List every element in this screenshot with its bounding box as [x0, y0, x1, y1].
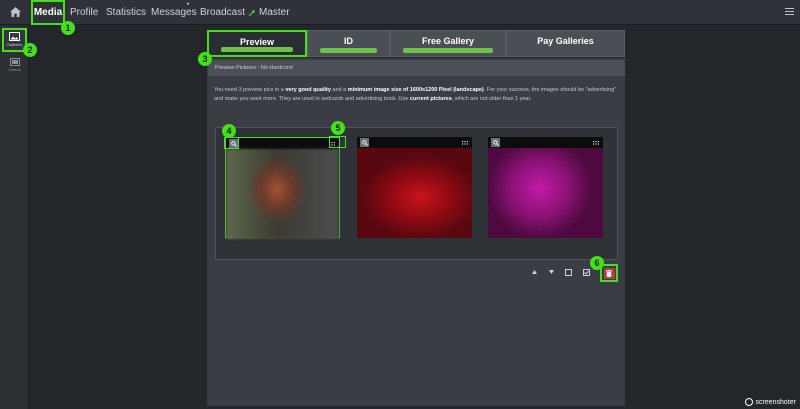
nav-messages[interactable]: Messages	[151, 0, 197, 25]
grid-icon	[592, 140, 599, 145]
gallery-icon	[9, 32, 20, 41]
tab-id[interactable]: ID	[307, 30, 390, 57]
grid-icon	[461, 140, 468, 145]
preview-picture-1[interactable]	[225, 137, 340, 239]
blurred-image	[357, 148, 472, 238]
drag-handle[interactable]	[460, 138, 469, 147]
picture-toolbar	[226, 138, 339, 149]
tab-pay-galleries[interactable]: Pay Galleries	[506, 30, 625, 57]
progress-bar	[320, 48, 377, 53]
annotation-badge-3: 3	[198, 52, 212, 66]
progress-bar	[403, 48, 493, 53]
move-up-button[interactable]	[528, 266, 540, 278]
move-down-button[interactable]	[545, 266, 557, 278]
tab-label: ID	[344, 36, 353, 46]
nav-master-label: Master	[259, 7, 290, 18]
drag-handle[interactable]	[591, 138, 600, 147]
annotation-badge-2: 2	[23, 43, 37, 57]
nav-statistics[interactable]: Statistics	[106, 0, 146, 25]
highlight-drag	[329, 136, 346, 148]
film-icon	[9, 58, 20, 66]
panel-header: Preview Pictures - No Hardcore!	[208, 60, 625, 76]
annotation-badge-1: 1	[61, 21, 75, 35]
picture-toolbar	[357, 137, 472, 148]
sidebar-item-videos[interactable]: Videos	[2, 56, 27, 76]
screenshoter-icon	[744, 398, 753, 406]
zoom-button[interactable]	[360, 138, 369, 147]
intro-text: You need 3 preview pics in a very good q…	[214, 87, 617, 102]
annotation-badge-6: 6	[590, 256, 604, 270]
checkbox-checked-icon	[582, 268, 590, 276]
progress-bar	[221, 47, 293, 52]
sidebar-item-label: Galleries	[6, 42, 23, 47]
deselect-all-button[interactable]	[562, 266, 574, 278]
picture-toolbar	[488, 137, 603, 148]
trash-icon	[606, 269, 612, 277]
blurred-image	[488, 148, 603, 238]
preview-picture-3[interactable]	[488, 137, 603, 238]
preview-gallery	[215, 127, 618, 260]
nav-master[interactable]: Master	[248, 0, 290, 25]
blurred-image	[226, 149, 339, 239]
nav-broadcast[interactable]: Broadcast	[200, 0, 245, 25]
tab-preview[interactable]: Preview	[207, 30, 307, 57]
caret-up-icon	[531, 270, 537, 274]
tab-label: Free Gallery	[421, 36, 475, 46]
tab-label: Preview	[239, 37, 275, 47]
annotation-badge-4: 4	[222, 124, 236, 138]
home-icon[interactable]	[4, 1, 26, 23]
sidebar-item-label: Videos	[8, 67, 21, 72]
delete-button-inner	[603, 267, 615, 279]
gallery-tabs: Preview ID Free Gallery Pay Galleries	[207, 30, 625, 57]
caret-down-icon	[548, 270, 554, 274]
sidebar: Galleries Videos	[0, 26, 29, 409]
magnifier-icon	[492, 139, 499, 146]
watermark-label: screenshoter	[755, 398, 796, 406]
preview-picture-2[interactable]	[357, 137, 472, 238]
menu-icon[interactable]	[785, 8, 794, 17]
magnifier-icon	[361, 139, 368, 146]
top-navigation: Media Profile Statistics Messages • Broa…	[0, 0, 800, 25]
nav-profile[interactable]: Profile	[70, 0, 98, 25]
checkbox-empty-icon	[564, 268, 572, 276]
watermark: screenshoter	[744, 398, 796, 406]
tab-free-gallery[interactable]: Free Gallery	[390, 30, 506, 57]
zoom-button[interactable]	[491, 138, 500, 147]
annotation-badge-5: 5	[331, 121, 345, 135]
nav-media[interactable]: Media	[31, 0, 65, 25]
wrench-icon	[248, 9, 256, 16]
messages-indicator: •	[187, 2, 190, 8]
tab-label: Pay Galleries	[537, 36, 594, 46]
highlight-zoom	[224, 137, 239, 149]
select-all-button[interactable]	[580, 266, 592, 278]
